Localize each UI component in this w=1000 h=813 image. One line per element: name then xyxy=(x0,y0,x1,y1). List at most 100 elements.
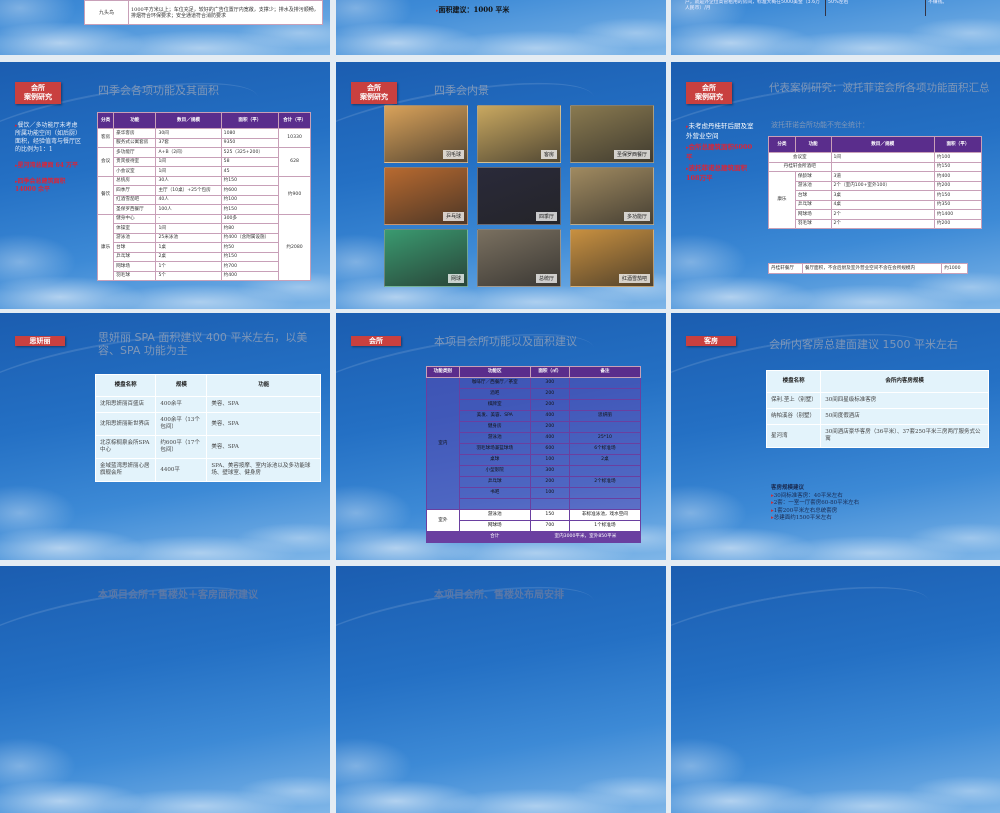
table-cell: 1个标准场 xyxy=(568,520,642,532)
table-cell: 600 xyxy=(529,443,570,455)
table-cell: 400余平（13个包间） xyxy=(155,412,208,436)
table-cell: 约900 xyxy=(278,175,311,215)
table-row: 网球场 2个 约1400 xyxy=(769,209,983,220)
table-cell: A+B（2间） xyxy=(155,147,222,158)
table-row: 乒乓球 2桌 约150 xyxy=(98,251,311,262)
table-cell: 羽毛球场兼篮球场 xyxy=(458,443,531,455)
photo-caption: 总统厅 xyxy=(535,274,557,283)
slide-title: 四季会内景 xyxy=(434,84,489,97)
slide-thumbnail-8[interactable]: 会所 本项目会所功能以及面积建议 功能类别 功能区 面积（㎡） 备注 室内 咖啡厅／西餐厅… xyxy=(336,313,666,560)
table-cell: 游泳池 xyxy=(458,432,531,444)
table-cell: 约100 xyxy=(220,194,280,205)
table-cell: 网球场 xyxy=(113,261,157,272)
slide-thumbnail-3[interactable]: 住率达到70-80%，按季租在80%左右，另一个以上的长包房客户，就是外企位高管… xyxy=(671,0,1000,55)
table-row: 健身房 200 xyxy=(427,421,642,433)
table-cell: 约400（含附属设施） xyxy=(220,232,280,243)
slide-thumbnail-4[interactable]: 会所 案例研究 四季会各项功能及其面积 餐饮／多功能厅未考虑所属功能空间（如后厨… xyxy=(0,62,330,309)
note: 会所总建筑面积6000平 xyxy=(686,143,754,162)
table-cell: 游泳池 xyxy=(794,180,832,191)
table-cell: 400 xyxy=(529,432,570,444)
portofino-table: 分类 功能 数目／规模 面积（平） 会议室 1间 约100 丹桂轩会所酒吧 约150 康乐 保龄球 3… xyxy=(768,136,983,229)
column-header: 数目／规模 xyxy=(155,112,222,129)
slide-thumbnail-9[interactable]: 客房 会所内客房总建面建议 1500 平米左右 楼盘名称 会所内客房规模 保利.垄上… xyxy=(671,313,1000,560)
slide-thumbnail-12[interactable] xyxy=(671,566,1000,813)
table-cell: 约400 xyxy=(933,171,983,182)
slide-thumbnail-11[interactable]: 本项目会所、售楼处布局安排 xyxy=(336,566,666,813)
header-row: 分类 功能 数目／规模 面积（平） xyxy=(768,136,983,153)
suggest-item: 30间标准客房：40平米左右 xyxy=(771,493,859,501)
slide-notes: 未考虑丹桂轩后厨及室外营业空间 会所总建筑面积6000平 波托菲诺总建筑面积10… xyxy=(686,122,754,191)
table-cell: SPA、美容按摩、室内泳池以及多功能球场、壁球室、健身房 xyxy=(206,458,321,482)
table-cell: 10330 xyxy=(278,128,311,148)
table-cell: 45 xyxy=(220,166,280,177)
table-row: 乒乓球 4桌 约350 xyxy=(769,199,983,210)
table-cell: 约150 xyxy=(220,204,280,215)
table-cell: 300 xyxy=(529,377,570,389)
table-cell: 1间 xyxy=(155,156,222,167)
column-header: 面积（㎡） xyxy=(529,366,570,378)
column-header: 面积（平） xyxy=(933,136,983,153)
table-cell: 100 xyxy=(529,454,570,466)
table-cell: 1080 xyxy=(220,128,280,139)
table-cell: 6个标准场 xyxy=(568,443,642,455)
table-row: 网球场 700 1个标准场 xyxy=(427,520,642,532)
table-cell: 酒吧 xyxy=(458,388,531,400)
table-row: 羽毛球 2个 约200 xyxy=(769,218,983,229)
table-cell: 美容、SPA xyxy=(206,412,321,436)
table-cell xyxy=(568,421,642,433)
table-cell: 棋牌室 xyxy=(458,399,531,411)
table-cell: 25米泳池 xyxy=(155,232,222,243)
table-cell: 保利.垄上（别墅） xyxy=(765,392,822,409)
column-header: 楼盘名称 xyxy=(765,370,822,393)
table-cell: 沈阳思妍丽百盛店 xyxy=(94,396,157,413)
table-row: 金域蓝湾思妍丽心居旗舰会所 4400平 SPA、美容按摩、室内泳池以及多功能球场、壁… xyxy=(94,458,321,482)
table-cell: 5个 xyxy=(155,270,222,281)
table-cell: 丹桂轩会所酒吧 xyxy=(768,161,832,172)
table-cell xyxy=(568,487,642,499)
table-cell xyxy=(568,498,642,510)
note: 四季会总建筑面积 14000 余平 xyxy=(15,178,83,194)
table-row: 星河湾 30间酒店豪华客房（36平米）、37套250平米三房两厅服务式公寓 xyxy=(765,424,989,448)
table-cell: 四季厅 xyxy=(113,185,157,196)
table-cell: 400 xyxy=(529,410,570,422)
table-cell: 康乐 xyxy=(768,171,796,229)
table-cell: 4桌 xyxy=(830,199,935,210)
section-tag: 思妍丽 xyxy=(15,336,65,346)
table-row: 室内 咖啡厅／西餐厅／茶室 300 xyxy=(426,377,642,510)
table-cell: 小型影院 xyxy=(458,465,531,477)
table-row: 会议室 1间 约100 xyxy=(768,152,983,163)
table-cell: 网球场 xyxy=(458,520,531,532)
photo-caption: 红酒雪茄吧 xyxy=(618,274,650,283)
photo-caption: 四季厅 xyxy=(535,212,557,221)
table-cell: 3桌 xyxy=(830,190,935,201)
table-row: 红酒雪茄吧 40人 约100 xyxy=(98,194,311,205)
table-cell: 总统房 xyxy=(113,175,157,186)
table-cell: 37套 xyxy=(155,137,222,148)
table-cell: 康乐 xyxy=(96,213,115,281)
slide-title: 四季会各项功能及其面积 xyxy=(98,84,219,97)
photo-caption: 多功能厅 xyxy=(623,212,650,221)
table-row: 沈阳思妍丽百盛店 400余平 美容、SPA xyxy=(94,396,321,413)
table-cell: 700 xyxy=(529,520,570,532)
slide-thumbnail-6[interactable]: 会所 案例研究 代表案例研究：波托菲诺会所各项功能面积汇总 波托菲诺会所功能不完… xyxy=(671,62,1000,309)
table-cell: 1间 xyxy=(830,152,935,163)
table-cell: 100 xyxy=(529,487,570,499)
table-cell: 台球 xyxy=(794,190,832,201)
slide-title: 本项目会所＋售楼处＋客房面积建议 xyxy=(98,590,258,601)
table-cell: 乒乓球 xyxy=(113,251,157,262)
table-cell: 贵宾接待室 xyxy=(113,156,157,167)
table-row: 北京棕榈泉会所SPA中心 约600平（17个包间） 美容、SPA xyxy=(94,435,321,459)
slide-thumbnail-2[interactable]: ▸面积建议：1000 平米 xyxy=(336,0,666,55)
slide-thumbnail-7[interactable]: 思妍丽 思妍丽 SPA 面积建议 400 平米左右，以美容、SPA 功能为主 楼… xyxy=(0,313,330,560)
table-cell: 150 xyxy=(529,509,570,521)
table-cell: 1个 xyxy=(155,261,222,272)
slide-thumbnail-1[interactable]: 九头鸟 1000平方米以上；车位充足，较好的广告位置厅内宽敞，支撑少；排水及排污顺… xyxy=(0,0,330,55)
slide-thumbnail-10[interactable]: 本项目会所＋售楼处＋客房面积建议 xyxy=(0,566,330,813)
table-cell: 200 xyxy=(529,421,570,433)
table-cell: 628 xyxy=(278,147,311,177)
column-header: 功能 xyxy=(113,112,157,129)
table-cell: 300 xyxy=(529,465,570,477)
table-row: 小会议室 1间 45 xyxy=(98,166,311,177)
requirements-table: 九头鸟 1000平方米以上；车位充足，较好的广告位置厅内宽敞，支撑少；排水及排污顺… xyxy=(84,0,323,25)
slide-thumbnail-5[interactable]: 会所 案例研究 四季会内景 羽毛球 客房 圣保罗西餐厅 乒乓球 四季厅 多功能厅 网球 总统厅… xyxy=(336,62,666,309)
